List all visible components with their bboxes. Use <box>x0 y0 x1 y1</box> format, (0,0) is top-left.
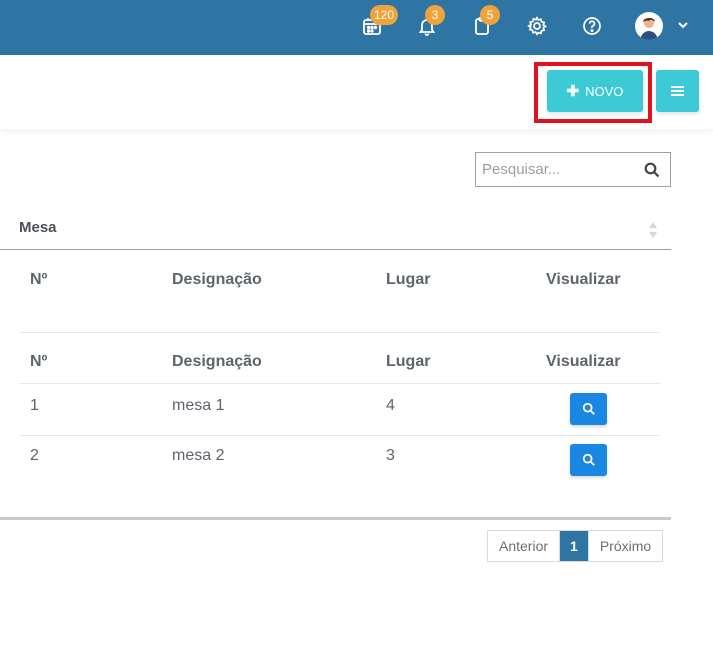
table-bottom-border <box>0 517 671 520</box>
header-lugar: Lugar <box>386 271 431 288</box>
settings-button[interactable] <box>525 14 549 38</box>
header-num: Nº <box>30 353 48 370</box>
new-button[interactable]: ✚ NOVO <box>547 70 643 112</box>
pagination-prev[interactable]: Anterior <box>488 531 561 561</box>
new-button-label: NOVO <box>585 83 624 99</box>
header-lugar: Lugar <box>386 353 431 370</box>
cell-lugar: 4 <box>386 397 395 414</box>
cell-lugar: 3 <box>386 447 395 464</box>
search-box <box>475 152 671 187</box>
search-icon <box>582 402 595 415</box>
pagination-next[interactable]: Próximo <box>587 531 662 561</box>
chevron-down-icon[interactable] <box>676 18 690 32</box>
documents-button[interactable]: 5 <box>470 5 500 38</box>
notifications-badge: 3 <box>425 5 445 25</box>
avatar-icon <box>640 17 658 40</box>
row-divider <box>19 332 660 333</box>
plus-icon: ✚ <box>566 83 580 100</box>
top-navbar: 120 3 5 <box>0 0 713 55</box>
cell-num: 1 <box>30 397 39 414</box>
help-icon <box>583 17 601 35</box>
header-num: Nº <box>30 271 48 288</box>
header-designacao: Designação <box>172 353 262 370</box>
row-divider <box>19 383 660 384</box>
cell-num: 2 <box>30 447 39 464</box>
hamburger-icon <box>671 86 684 96</box>
search-icon[interactable] <box>644 162 660 178</box>
search-icon <box>582 453 595 466</box>
cell-designacao: mesa 2 <box>172 447 225 464</box>
view-button[interactable] <box>570 393 607 425</box>
header-designacao: Designação <box>172 271 262 288</box>
gear-icon <box>527 16 547 36</box>
pagination-page-current[interactable]: 1 <box>560 531 588 561</box>
notifications-button[interactable]: 3 <box>415 5 445 38</box>
cell-designacao: mesa 1 <box>172 397 225 414</box>
user-avatar[interactable] <box>635 12 663 40</box>
menu-button[interactable] <box>656 70 699 112</box>
calendar-badge: 120 <box>370 5 399 25</box>
row-divider <box>19 435 660 436</box>
view-button[interactable] <box>570 444 607 476</box>
header-visualizar: Visualizar <box>546 353 621 370</box>
column-label-mesa: Mesa <box>19 219 57 236</box>
help-button[interactable] <box>580 14 604 38</box>
table-column-header[interactable]: Mesa <box>0 210 671 250</box>
calendar-button[interactable]: 120 <box>360 5 399 38</box>
header-visualizar: Visualizar <box>546 271 621 288</box>
documents-badge: 5 <box>480 5 500 25</box>
sort-icon[interactable] <box>647 220 659 240</box>
search-input[interactable] <box>476 153 636 186</box>
pagination: Anterior 1 Próximo <box>487 530 664 562</box>
